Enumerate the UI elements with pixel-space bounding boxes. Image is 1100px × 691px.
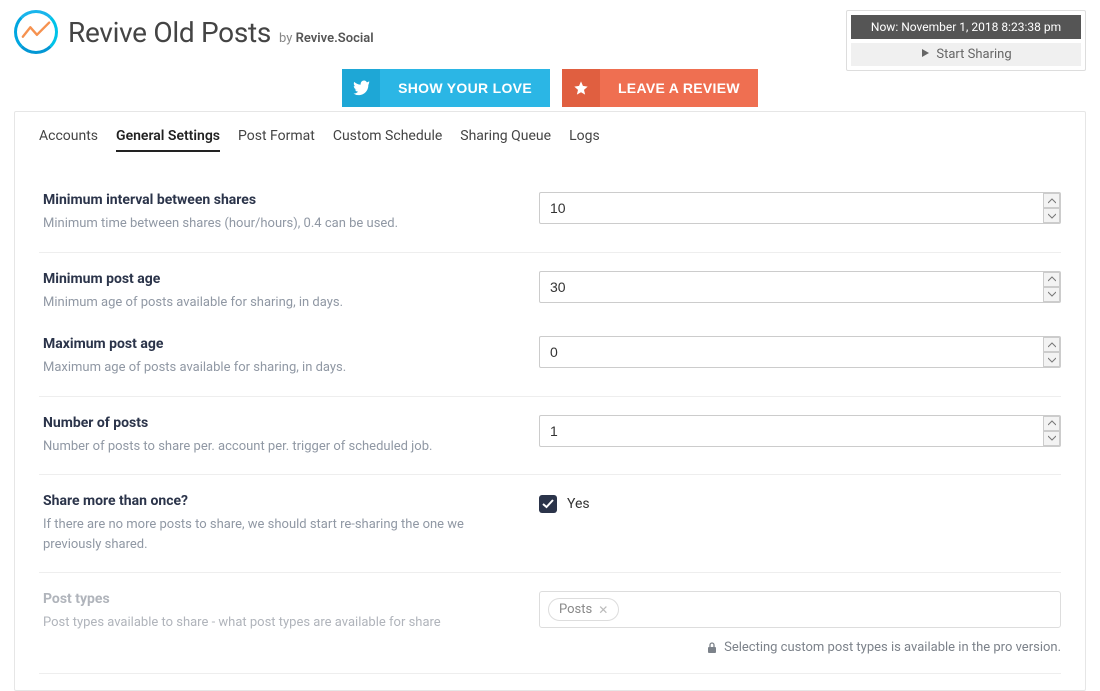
tab-general-settings[interactable]: General Settings [116, 128, 220, 152]
post-type-tag: Posts ✕ [548, 598, 619, 621]
share-more-help: If there are no more posts to share, we … [43, 515, 519, 554]
min-age-input[interactable] [539, 271, 1061, 303]
timestamp-label: Now: November 1, 2018 8:23:38 pm [851, 15, 1081, 39]
post-types-help: Post types available to share - what pos… [43, 613, 519, 633]
app-title: Revive Old Posts [68, 16, 271, 49]
start-sharing-button[interactable]: Start Sharing [851, 43, 1081, 66]
max-age-help: Maximum age of posts available for shari… [43, 358, 519, 378]
app-logo [14, 10, 58, 54]
min-interval-input[interactable] [539, 192, 1061, 224]
post-types-input: Posts ✕ [539, 591, 1061, 628]
star-icon [562, 69, 600, 107]
share-more-checkbox[interactable] [539, 495, 557, 513]
min-age-help: Minimum age of posts available for shari… [43, 293, 519, 313]
stepper-down-icon[interactable] [1043, 352, 1060, 367]
min-age-label: Minimum post age [43, 271, 519, 287]
stepper-down-icon[interactable] [1043, 431, 1060, 446]
max-age-input[interactable] [539, 336, 1061, 368]
min-interval-label: Minimum interval between shares [43, 192, 519, 208]
post-types-label: Post types [43, 591, 519, 607]
close-icon: ✕ [598, 603, 608, 617]
stepper-up-icon[interactable] [1043, 337, 1060, 352]
twitter-icon [342, 69, 380, 107]
tab-logs[interactable]: Logs [569, 128, 600, 152]
max-age-label: Maximum post age [43, 336, 519, 352]
tabs-nav: Accounts General Settings Post Format Cu… [39, 128, 1061, 152]
tab-sharing-queue[interactable]: Sharing Queue [460, 128, 551, 152]
num-posts-label: Number of posts [43, 415, 519, 431]
tab-post-format[interactable]: Post Format [238, 128, 315, 152]
stepper-up-icon[interactable] [1043, 416, 1060, 431]
stepper-up-icon[interactable] [1043, 193, 1060, 208]
share-more-checkbox-label: Yes [567, 496, 590, 512]
min-interval-help: Minimum time between shares (hour/hours)… [43, 214, 519, 234]
stepper-down-icon[interactable] [1043, 287, 1060, 302]
num-posts-help: Number of posts to share per. account pe… [43, 437, 519, 457]
share-more-label: Share more than once? [43, 493, 519, 509]
stepper-down-icon[interactable] [1043, 208, 1060, 223]
num-posts-input[interactable] [539, 415, 1061, 447]
tab-custom-schedule[interactable]: Custom Schedule [333, 128, 442, 152]
show-your-love-button[interactable]: SHOW YOUR LOVE [342, 69, 550, 107]
tab-accounts[interactable]: Accounts [39, 128, 98, 152]
app-byline: by Revive.Social [279, 31, 374, 46]
status-panel: Now: November 1, 2018 8:23:38 pm Start S… [846, 10, 1086, 71]
lock-icon [707, 640, 720, 654]
leave-a-review-button[interactable]: LEAVE A REVIEW [562, 69, 758, 107]
pro-note: Selecting custom post types is available… [539, 640, 1061, 655]
play-icon [920, 47, 930, 62]
stepper-up-icon[interactable] [1043, 272, 1060, 287]
